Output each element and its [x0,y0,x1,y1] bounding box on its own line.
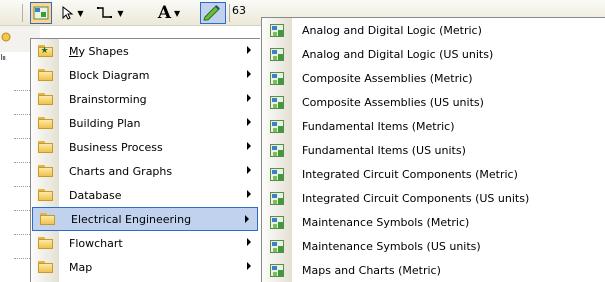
stencil-icon [262,119,292,133]
submenu-item-maintenance-symbols-metric[interactable]: Maintenance Symbols (Metric) [262,210,605,234]
stencil-icon [262,167,292,181]
menu-item-database[interactable]: Database [31,183,259,207]
submenu-item-label: Analog and Digital Logic (Metric) [302,23,482,37]
menu-item-label: Brainstorming [69,92,147,106]
submenu-arrow-icon [247,238,251,246]
submenu-item-composite-assemblies-us-units[interactable]: Composite Assemblies (US units) [262,90,605,114]
folder-icon [31,69,59,81]
menu-item-brainstorming[interactable]: Brainstorming [31,87,259,111]
menu-item-charts-and-graphs[interactable]: Charts and Graphs [31,159,259,183]
folder-icon [31,117,59,129]
stencil-icon [262,191,292,205]
toolbar-separator [22,4,23,22]
submenu-item-fundamental-items-us-units[interactable]: Fundamental Items (US units) [262,138,605,162]
stencil-icon [262,263,292,277]
vertical-ruler [0,60,34,282]
electrical-engineering-submenu: Analog and Digital Logic (Metric) Analog … [261,17,605,282]
submenu-item-analog-and-digital-logic-us-units[interactable]: Analog and Digital Logic (US units) [262,42,605,66]
submenu-item-integrated-circuit-components-us-units[interactable]: Integrated Circuit Components (US units) [262,186,605,210]
pencil-tool-button[interactable] [200,2,226,24]
toolbar-separator [229,4,230,22]
submenu-arrow-icon [247,118,251,126]
stencil-icon [262,143,292,157]
menu-item-my-shapes[interactable]: ★ My Shapes [31,39,259,63]
folder-icon [31,165,59,177]
folder-icon [31,237,59,249]
folder-icon [33,213,61,225]
connector-tool-button[interactable]: ▼ [92,3,128,23]
menu-item-label: Electrical Engineering [71,212,192,226]
pencil-icon [203,5,220,21]
text-tool-glyph: A [157,3,172,23]
submenu-item-label: Maintenance Symbols (US units) [302,239,481,253]
submenu-item-label: Analog and Digital Logic (US units) [302,47,494,61]
submenu-item-fundamental-items-metric[interactable]: Fundamental Items (Metric) [262,114,605,138]
submenu-item-label: Fundamental Items (US units) [302,143,466,157]
menu-item-label: My Shapes [69,44,129,58]
submenu-item-label: Composite Assemblies (US units) [302,95,484,109]
submenu-arrow-icon [247,166,251,174]
stencil-toolbar-icon [0,30,16,46]
dropdown-arrow-icon: ▼ [77,8,84,18]
shapes-menu: ★ My Shapes Block Diagram Brainstorming Buil… [30,38,260,282]
submenu-item-label: Composite Assemblies (Metric) [302,71,473,85]
menu-item-label: Flowchart [69,236,123,250]
submenu-item-label: Integrated Circuit Components (Metric) [302,167,518,181]
submenu-arrow-icon [247,70,251,78]
submenu-arrow-icon [247,190,251,198]
submenu-arrow-icon [245,215,249,223]
stencil-icon [262,215,292,229]
submenu-arrow-icon [247,142,251,150]
submenu-item-integrated-circuit-components-metric[interactable]: Integrated Circuit Components (Metric) [262,162,605,186]
stencil-icon [262,95,292,109]
shapes-stencil-icon [33,6,49,20]
stencil-icon [262,47,292,61]
menu-item-map[interactable]: Map [31,255,259,279]
menu-item-label: Building Plan [69,116,141,130]
submenu-item-composite-assemblies-metric[interactable]: Composite Assemblies (Metric) [262,66,605,90]
stencil-icon [262,71,292,85]
folder-icon [31,189,59,201]
menu-item-label: Charts and Graphs [69,164,173,178]
submenu-item-label: Integrated Circuit Components (US units) [302,191,530,205]
menu-item-label: Block Diagram [69,68,150,82]
submenu-arrow-icon [247,94,251,102]
shapes-button[interactable] [30,2,52,24]
submenu-arrow-icon [247,46,251,54]
submenu-item-maps-and-charts-metric[interactable]: Maps and Charts (Metric) [262,258,605,282]
submenu-item-maintenance-symbols-us-units[interactable]: Maintenance Symbols (US units) [262,234,605,258]
folder-icon [31,93,59,105]
submenu-item-label: Maps and Charts (Metric) [302,263,441,277]
dropdown-arrow-icon: ▼ [117,8,124,18]
dropdown-arrow-icon: ▼ [174,8,181,18]
submenu-arrow-icon [247,262,251,270]
menu-item-block-diagram[interactable]: Block Diagram [31,63,259,87]
menu-item-electrical-engineering[interactable]: Electrical Engineering [32,207,258,231]
text-tool-button[interactable]: A ▼ [150,3,188,23]
pointer-tool-button[interactable]: ▼ [58,3,88,23]
menu-item-label: Map [69,260,93,274]
menu-item-flowchart[interactable]: Flowchart [31,231,259,255]
connector-icon [97,7,113,18]
submenu-item-label: Fundamental Items (Metric) [302,119,455,133]
menu-item-label: Business Process [69,140,163,154]
menu-item-label: Database [69,188,122,202]
folder-icon [31,261,59,273]
pointer-arrow-icon [62,6,74,20]
submenu-item-analog-and-digital-logic-metric[interactable]: Analog and Digital Logic (Metric) [262,18,605,42]
zoom-level-field[interactable]: 63 [232,4,246,17]
submenu-item-label: Maintenance Symbols (Metric) [302,215,470,229]
stencil-icon [262,239,292,253]
folder-icon [31,141,59,153]
menu-item-building-plan[interactable]: Building Plan [31,111,259,135]
stencil-icon [262,23,292,37]
page-icon [1,32,11,42]
star-folder-icon: ★ [31,45,59,57]
menu-item-business-process[interactable]: Business Process [31,135,259,159]
